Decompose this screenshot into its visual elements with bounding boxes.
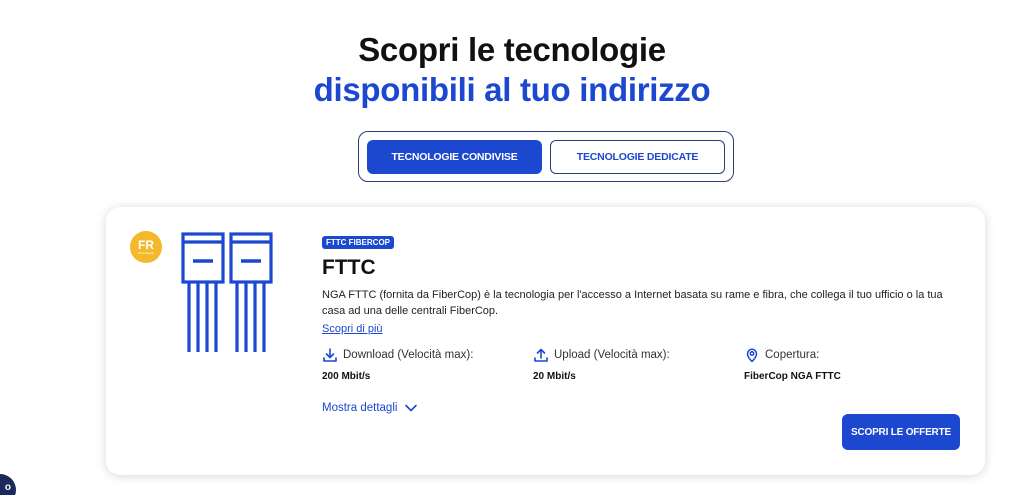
upload-label: Upload (Velocità max): (554, 349, 670, 361)
upload-icon (534, 348, 548, 362)
tab-shared-technologies[interactable]: TECNOLOGIE CONDIVISE (367, 139, 542, 174)
fibra-ready-badge: FR Fibra Ready (130, 231, 162, 263)
technology-specs: Download (Velocità max): 200 Mbit/s Uplo… (322, 347, 967, 387)
coverage-value: FiberCop NGA FTTC (744, 371, 841, 382)
technology-tabs: TECNOLOGIE CONDIVISE TECNOLOGIE DEDICATE (358, 131, 734, 182)
show-details-toggle[interactable]: Mostra dettagli (322, 402, 418, 414)
spec-upload: Upload (Velocità max): 20 Mbit/s (533, 347, 670, 382)
show-details-label: Mostra dettagli (322, 402, 398, 414)
fttc-cabinet-icon (181, 232, 273, 352)
technology-title: FTTC (322, 256, 376, 279)
fibra-ready-badge-sub: Fibra Ready (137, 251, 155, 255)
chat-widget-button[interactable]: o (0, 474, 16, 495)
spec-download: Download (Velocità max): 200 Mbit/s (322, 347, 473, 382)
technology-tag: FTTC FIBERCOP (322, 236, 394, 249)
location-pin-icon (746, 348, 758, 363)
page-heading: Scopri le tecnologie disponibili al tuo … (0, 30, 1024, 110)
spec-coverage: Copertura: FiberCop NGA FTTC (744, 347, 841, 382)
heading-line-1: Scopri le tecnologie (358, 31, 666, 68)
technology-card: FR Fibra Ready FTTC FIBERCOP FTTC NGA FT… (106, 207, 985, 475)
card-content: FTTC FIBERCOP FTTC NGA FTTC (fornita da … (322, 232, 967, 414)
tab-dedicated-technologies[interactable]: TECNOLOGIE DEDICATE (550, 139, 725, 174)
upload-value: 20 Mbit/s (533, 371, 576, 382)
heading-line-2: disponibili al tuo indirizzo (313, 71, 711, 108)
coverage-label: Copertura: (765, 349, 820, 361)
chat-widget-label: o (4, 482, 11, 493)
discover-offers-button[interactable]: SCOPRI LE OFFERTE (842, 414, 960, 450)
technology-description: NGA FTTC (fornita da FiberCop) è la tecn… (322, 289, 943, 317)
chevron-down-icon (405, 404, 418, 412)
fibra-ready-badge-text: FR (138, 238, 154, 252)
download-label: Download (Velocità max): (343, 349, 474, 361)
download-icon (323, 348, 337, 362)
learn-more-link[interactable]: Scopri di più (322, 323, 383, 335)
download-value: 200 Mbit/s (322, 371, 371, 382)
